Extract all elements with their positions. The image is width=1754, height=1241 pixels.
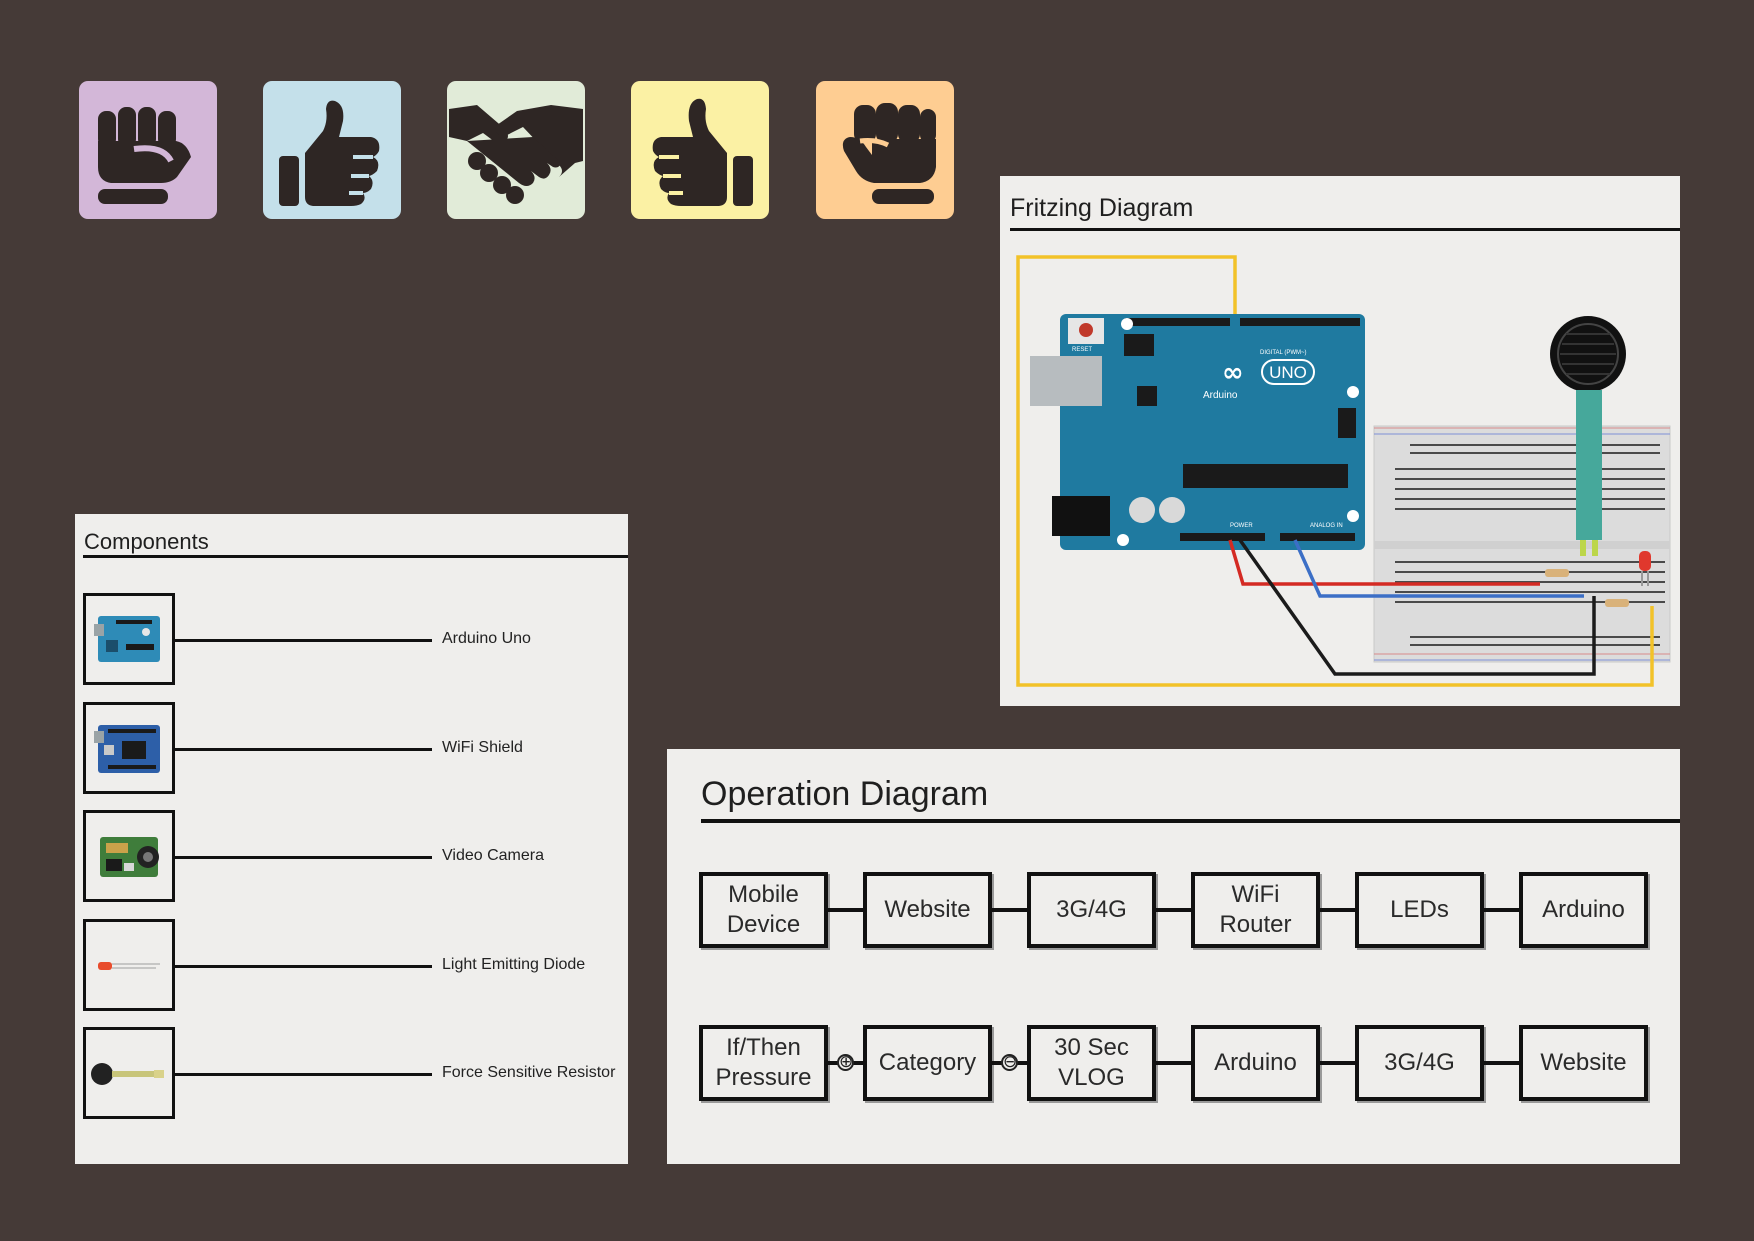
op-box-arduino: Arduino	[1519, 872, 1648, 948]
components-title: Components	[84, 529, 209, 554]
board-power-label: POWER	[1230, 523, 1253, 529]
component-label: Light Emitting Diode	[442, 956, 586, 973]
component-thumb-arduino-uno	[83, 593, 175, 685]
component-thumb-led	[83, 919, 175, 1011]
operation-title-rule	[701, 819, 1680, 823]
component-connector	[175, 856, 432, 859]
led-icon	[98, 962, 160, 970]
component-connector	[175, 965, 432, 968]
component-label: WiFi Shield	[442, 739, 523, 756]
op-connector	[1484, 1061, 1519, 1065]
op-connector	[1156, 908, 1191, 912]
raised-fist-icon	[842, 103, 936, 204]
wifi-shield-icon	[94, 725, 160, 773]
handshake-icon	[449, 105, 583, 204]
component-connector	[175, 748, 432, 751]
breadboard	[1373, 425, 1671, 663]
board-analog-label: ANALOG IN	[1310, 523, 1343, 529]
component-label: Video Camera	[442, 847, 544, 864]
thumbs-up-icon	[279, 100, 380, 206]
board-reset-label: RESET	[1072, 347, 1092, 353]
op-box-if-then-pressure: If/Then Pressure	[699, 1025, 828, 1101]
op-connector	[828, 908, 863, 912]
arduino-uno-icon	[94, 616, 160, 662]
component-thumb-force-sensor	[83, 1027, 175, 1119]
component-label: Arduino Uno	[442, 630, 531, 647]
op-connector	[1320, 1061, 1355, 1065]
board-logo: UNO	[1269, 363, 1307, 382]
op-box-arduino-2: Arduino	[1191, 1025, 1320, 1101]
component-thumb-wifi-shield	[83, 702, 175, 794]
svg-text:∞: ∞	[1222, 358, 1244, 388]
operation-panel: Operation Diagram Mobile Device Website …	[667, 749, 1680, 1164]
op-box-website: Website	[863, 872, 992, 948]
board-brand: Arduino	[1203, 390, 1238, 401]
component-label: Force Sensitive Resistor	[442, 1064, 616, 1081]
tile-handshake	[447, 81, 585, 219]
board-digital-label: DIGITAL (PWM~)	[1260, 350, 1307, 356]
tile-thumbs-up	[263, 81, 401, 219]
component-thumb-video-camera	[83, 810, 175, 902]
tile-raised-fist	[816, 81, 954, 219]
op-box-3g4g-2: 3G/4G	[1355, 1025, 1484, 1101]
op-connector	[1156, 1061, 1191, 1065]
operation-title: Operation Diagram	[701, 775, 989, 813]
op-connector	[1484, 908, 1519, 912]
tile-thumbs-up-2	[631, 81, 769, 219]
op-box-wifi-router: WiFi Router	[1191, 872, 1320, 948]
op-connector	[992, 908, 1027, 912]
fist-icon	[98, 107, 191, 204]
minus-circle-icon: ⊖	[1001, 1052, 1018, 1071]
op-box-category: Category	[863, 1025, 992, 1101]
op-connector	[1320, 908, 1355, 912]
component-connector	[175, 639, 432, 642]
op-box-leds: LEDs	[1355, 872, 1484, 948]
arduino-board: ∞ UNO Arduino RESET DIGITAL (PWM~) POWER…	[1030, 314, 1365, 550]
tile-fist	[79, 81, 217, 219]
op-box-30-sec-vlog: 30 Sec VLOG	[1027, 1025, 1156, 1101]
components-panel: Components Arduino Uno WiFi Shield Video…	[75, 514, 628, 1164]
video-camera-icon	[100, 837, 159, 877]
components-title-rule	[83, 555, 628, 558]
component-connector	[175, 1073, 432, 1076]
plus-circle-icon: ⊕	[837, 1052, 854, 1071]
fritzing-circuit: ∞ UNO Arduino RESET DIGITAL (PWM~) POWER…	[1016, 255, 1671, 687]
thumbs-up-icon	[652, 98, 753, 206]
op-box-3g4g: 3G/4G	[1027, 872, 1156, 948]
op-box-website-2: Website	[1519, 1025, 1648, 1101]
force-sensor-icon	[91, 1063, 164, 1085]
op-box-mobile-device: Mobile Device	[699, 872, 828, 948]
fritzing-panel: Fritzing Diagram ∞ UNO Arduino RESET DIG…	[1000, 176, 1680, 706]
